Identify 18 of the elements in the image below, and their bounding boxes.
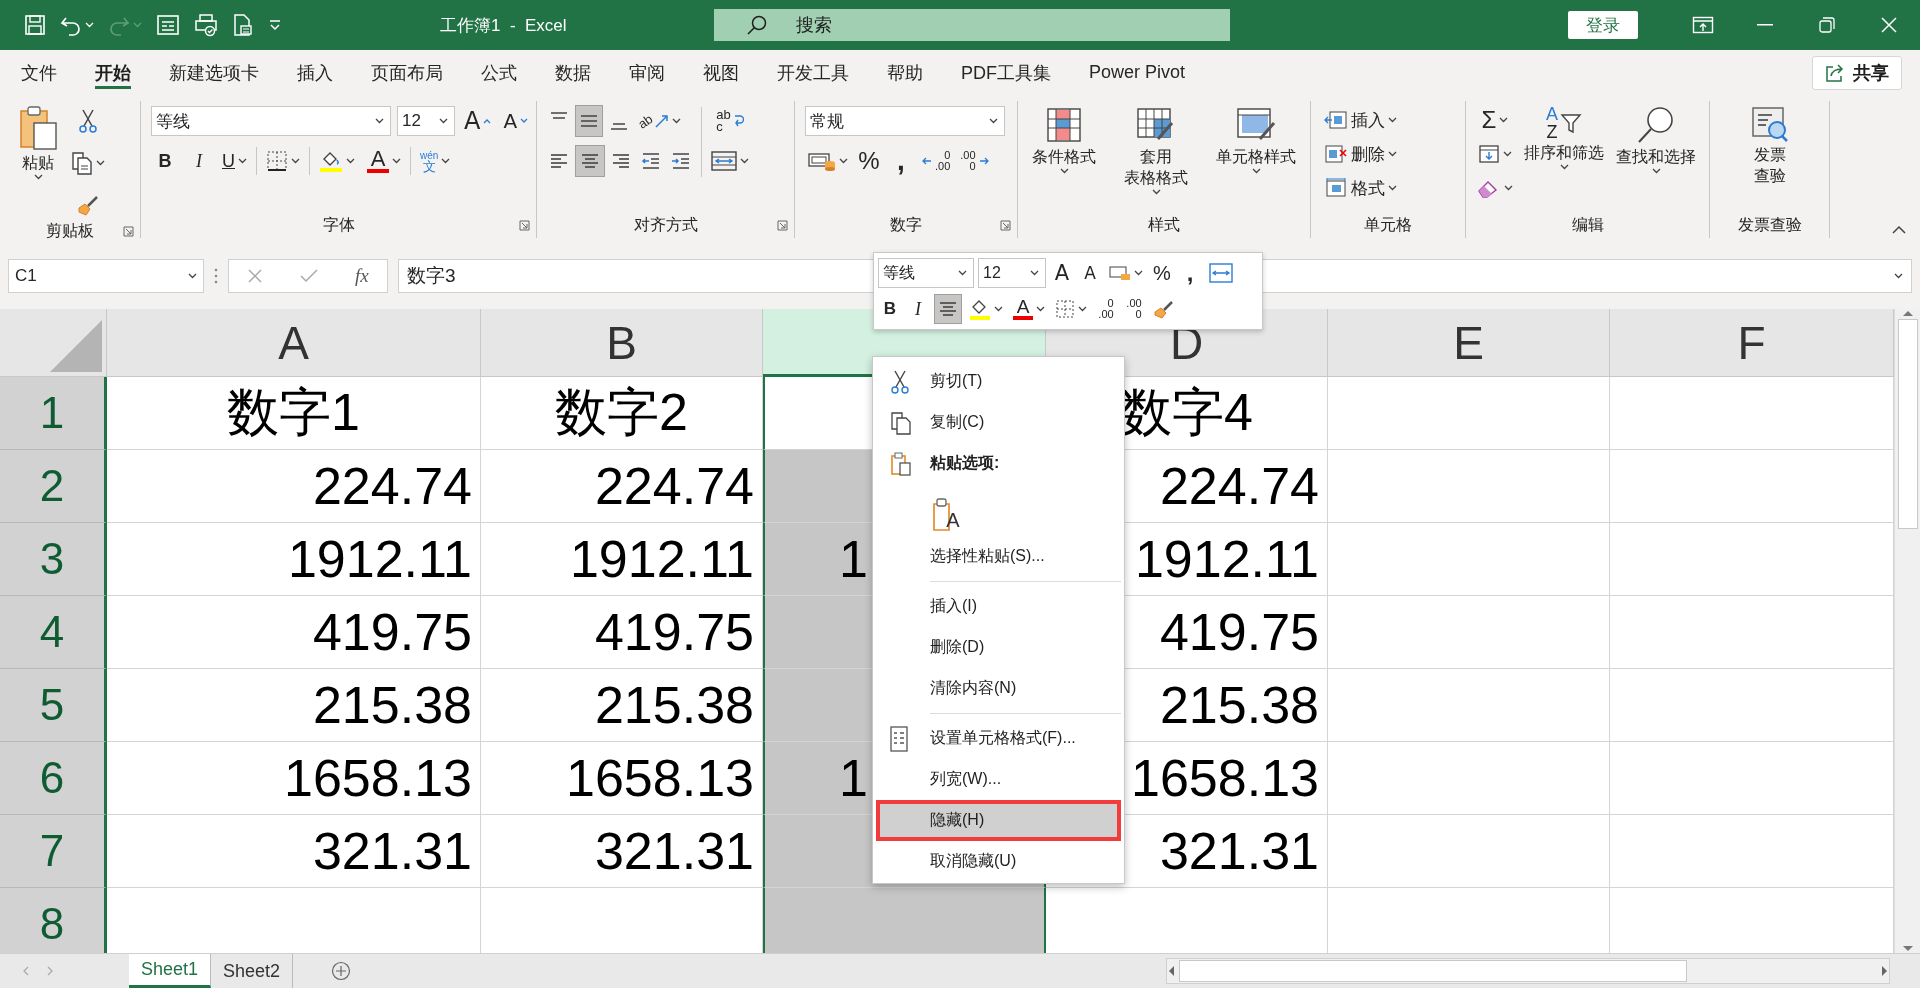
group-label: 编辑 bbox=[1571, 214, 1604, 235]
window-title: 工作簿1 - Excel bbox=[440, 14, 568, 37]
decimal-digits: .00 0 bbox=[960, 150, 976, 172]
table-cell: 224.74 bbox=[107, 450, 481, 523]
table-cell: 数字1 bbox=[107, 377, 481, 450]
group-label: 对齐方式 bbox=[633, 214, 698, 235]
table-cell: 215.38 bbox=[107, 669, 481, 742]
table-cell: 419.75 bbox=[107, 596, 481, 669]
group-label: 样式 bbox=[1148, 214, 1180, 235]
group-label: 单元格 bbox=[1364, 214, 1412, 235]
group-label: 发票查验 bbox=[1737, 214, 1802, 235]
table-cell: 1658.13 bbox=[107, 742, 481, 815]
table-cell: 321.31 bbox=[107, 815, 481, 888]
decimal-digits: 0 .00 bbox=[935, 150, 951, 172]
group-label: 数字 bbox=[890, 214, 922, 235]
group-label: 剪贴板 bbox=[46, 221, 94, 241]
group-label: 字体 bbox=[322, 214, 355, 235]
table-cell: 1912.11 bbox=[107, 523, 481, 596]
